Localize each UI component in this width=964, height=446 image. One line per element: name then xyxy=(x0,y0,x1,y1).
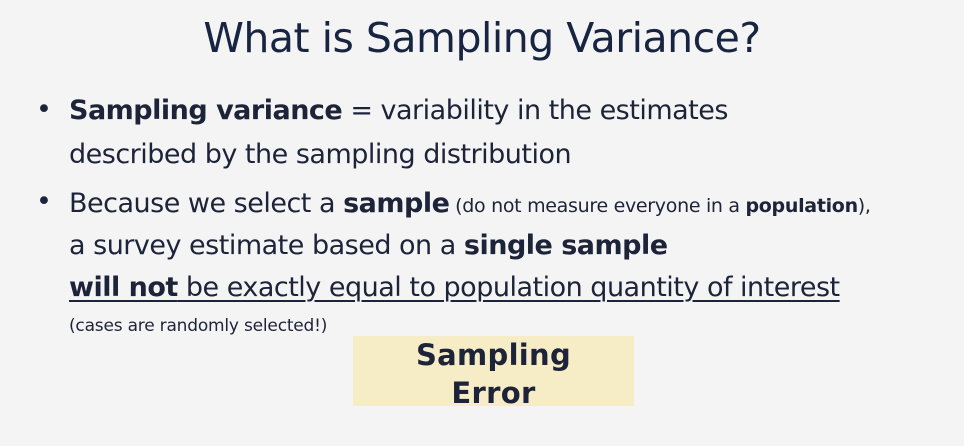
bullet-1-definition: = variability in the estimates xyxy=(342,95,728,126)
bullet-1-line-1: Sampling variance = variability in the e… xyxy=(69,96,728,126)
bullet-2-line-1: Because we select a sample (do not measu… xyxy=(69,189,871,221)
bullet-marker: • xyxy=(36,94,52,125)
parenthetical-open: (do not measure everyone in a xyxy=(449,195,746,217)
bullet-1-line-2: described by the sampling distribution xyxy=(69,139,572,170)
sampling-error-callout: Sampling Error xyxy=(353,336,634,410)
parenthetical-close: ), xyxy=(857,195,871,217)
randomly-selected-note: (cases are randomly selected!) xyxy=(69,316,328,336)
sample-term: sample xyxy=(343,188,450,219)
sampling-error-line-1: Sampling xyxy=(415,338,572,372)
sampling-variance-term: Sampling variance xyxy=(69,95,343,126)
bullet-2-line-2: a survey estimate based on a single samp… xyxy=(69,231,668,261)
bullet-marker: • xyxy=(36,186,52,217)
bullet-2-line-2-lead: a survey estimate based on a xyxy=(69,230,464,261)
sampling-error-label: Sampling Error xyxy=(353,336,634,412)
population-term: population xyxy=(745,195,859,217)
bullet-2-lead: Because we select a xyxy=(69,188,344,219)
bullet-2-line-3: will not be exactly equal to population … xyxy=(69,273,840,303)
single-sample-term: single sample xyxy=(463,230,668,261)
bullet-2-line-3-rest: be exactly equal to population quantity … xyxy=(177,272,840,303)
will-not-term: will not xyxy=(69,272,178,303)
sampling-error-line-2: Error xyxy=(451,376,536,410)
